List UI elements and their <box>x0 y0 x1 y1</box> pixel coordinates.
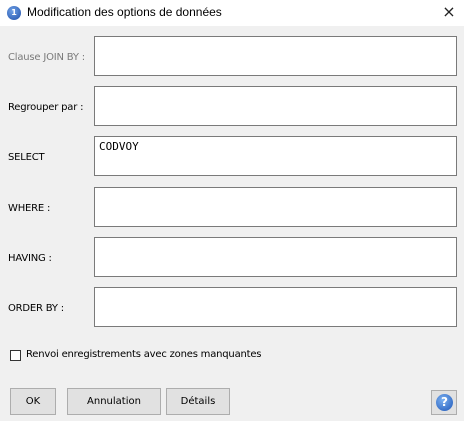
select-label: SELECT <box>8 152 45 163</box>
close-icon[interactable]: × <box>434 0 464 26</box>
having-label: HAVING : <box>8 253 52 264</box>
group-by-field[interactable] <box>94 86 457 126</box>
window-title: Modification des options de données <box>27 5 222 19</box>
having-field[interactable] <box>94 237 457 277</box>
order-by-field[interactable] <box>94 287 457 327</box>
help-icon: ? <box>436 394 453 411</box>
cancel-button[interactable]: Annulation <box>67 388 161 415</box>
join-by-field[interactable] <box>94 36 457 76</box>
help-button[interactable]: ? <box>431 390 457 415</box>
details-button[interactable]: Détails <box>166 388 230 415</box>
select-field[interactable]: CODVOY <box>94 136 457 176</box>
ok-button[interactable]: OK <box>10 388 56 415</box>
order-by-label: ORDER BY : <box>8 303 64 314</box>
missing-fields-label[interactable]: Renvoi enregistrements avec zones manqua… <box>26 349 262 360</box>
app-info-icon: 1 <box>7 6 21 20</box>
where-label: WHERE : <box>8 203 51 214</box>
missing-fields-checkbox[interactable] <box>10 350 21 361</box>
group-by-label: Regrouper par : <box>8 102 84 113</box>
where-field[interactable] <box>94 187 457 227</box>
title-bar: 1 Modification des options de données × <box>0 0 464 26</box>
join-by-label: Clause JOIN BY : <box>8 52 85 63</box>
